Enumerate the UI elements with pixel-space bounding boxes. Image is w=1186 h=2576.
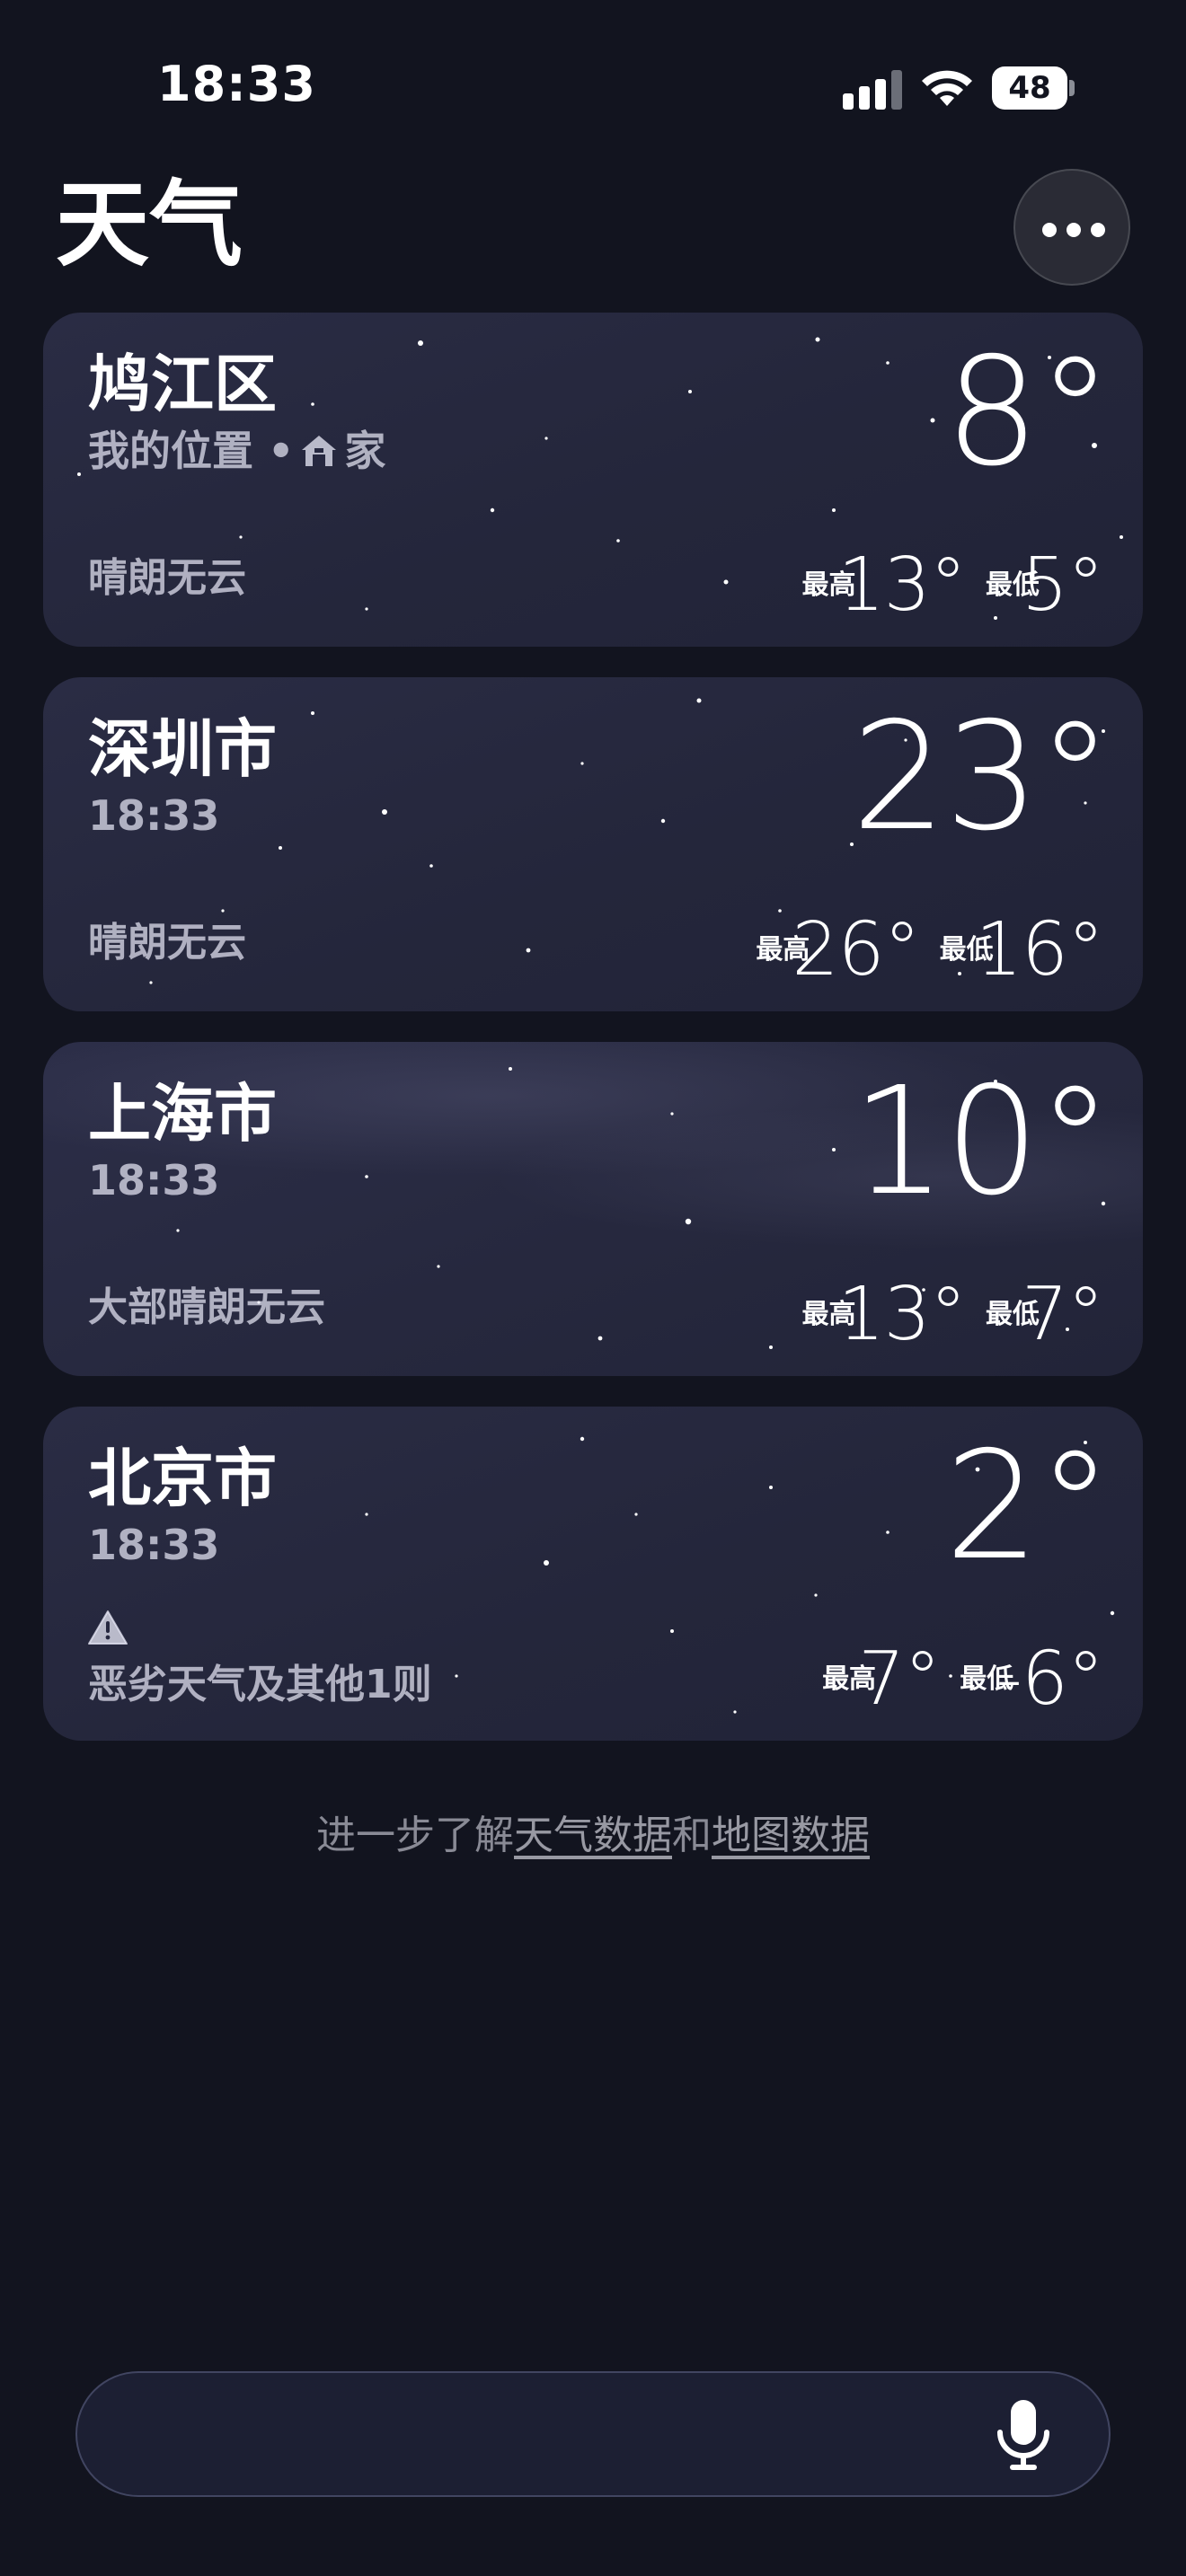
card-temp-range: 最高 7° 最低 -6° [822, 1636, 1104, 1722]
low-temp: 16° [975, 907, 1104, 992]
card-local-time: 18:33 [88, 1521, 220, 1569]
card-condition: 晴朗无云 [88, 920, 246, 966]
card-city: 深圳市 [88, 712, 277, 786]
microphone-icon[interactable] [992, 2396, 1055, 2474]
location-label: 我的位置 • [88, 427, 295, 475]
low-temp: 5° [1021, 543, 1104, 628]
high-label: 最高 [756, 934, 810, 966]
low-label: 最低 [985, 1299, 1040, 1330]
status-time: 18:33 [157, 56, 316, 112]
battery-icon: 48 [992, 66, 1075, 110]
card-city: 上海市 [88, 1077, 277, 1151]
map-data-link[interactable]: 地图数据 [712, 1813, 870, 1858]
page-title: 天气 [56, 170, 243, 279]
low-label: 最低 [960, 1663, 1014, 1695]
high-temp: 7° [858, 1636, 941, 1722]
card-condition: 大部晴朗无云 [88, 1284, 325, 1330]
card-alert-text: 恶劣天气及其他1则 [88, 1662, 432, 1707]
card-temp-range: 最高 13° 最低 7° [801, 1272, 1104, 1357]
home-icon [302, 436, 337, 466]
weather-data-link[interactable]: 天气数据 [514, 1813, 672, 1858]
footer-connector: 和 [672, 1813, 712, 1858]
high-temp: 26° [792, 907, 920, 992]
card-temperature: 23° [851, 691, 1112, 864]
card-temperature: 8° [944, 326, 1112, 499]
low-label: 最低 [985, 569, 1040, 601]
wifi-icon [922, 70, 972, 106]
weather-card-jiujiang[interactable]: 鸠江区 我的位置 • 家 晴朗无云 8° 最高 13° 最低 5° [43, 313, 1143, 647]
data-info-note: 进一步了解天气数据和地图数据 [0, 1809, 1186, 1863]
warning-icon [88, 1610, 128, 1645]
card-city: 鸠江区 [88, 348, 277, 421]
low-temp: -6° [996, 1636, 1104, 1722]
card-temp-range: 最高 13° 最低 5° [801, 543, 1104, 628]
weather-card-beijing[interactable]: 北京市 18:33 恶劣天气及其他1则 2° 最高 7° 最低 -6° [43, 1407, 1143, 1741]
more-button[interactable] [1013, 169, 1130, 286]
low-temp: 7° [1021, 1272, 1104, 1357]
card-city: 北京市 [88, 1442, 277, 1515]
card-condition: 晴朗无云 [88, 555, 246, 601]
high-temp: 13° [837, 1272, 966, 1357]
low-label: 最低 [939, 934, 994, 966]
search-input[interactable] [113, 2391, 979, 2479]
card-temperature: 10° [851, 1055, 1112, 1229]
card-local-time: 18:33 [88, 791, 220, 840]
high-temp: 13° [837, 543, 966, 628]
high-label: 最高 [801, 569, 856, 601]
status-bar: 18:33 48 [0, 0, 1186, 171]
weather-card-shenzhen[interactable]: 深圳市 18:33 晴朗无云 23° 最高 26° 最低 16° [43, 677, 1143, 1011]
card-local-time: 18:33 [88, 1156, 220, 1204]
card-subtitle: 我的位置 • 家 [88, 426, 385, 476]
footer-prefix: 进一步了解 [316, 1813, 514, 1858]
high-label: 最高 [822, 1663, 877, 1695]
card-temperature: 2° [944, 1420, 1112, 1593]
battery-level: 48 [1008, 70, 1051, 106]
high-label: 最高 [801, 1299, 856, 1330]
card-temp-range: 最高 26° 最低 16° [756, 907, 1104, 992]
search-bar[interactable] [75, 2371, 1111, 2497]
weather-card-shanghai[interactable]: 上海市 18:33 大部晴朗无云 10° 最高 13° 最低 7° [43, 1042, 1143, 1376]
signal-icon [843, 70, 902, 110]
home-label: 家 [344, 427, 386, 475]
